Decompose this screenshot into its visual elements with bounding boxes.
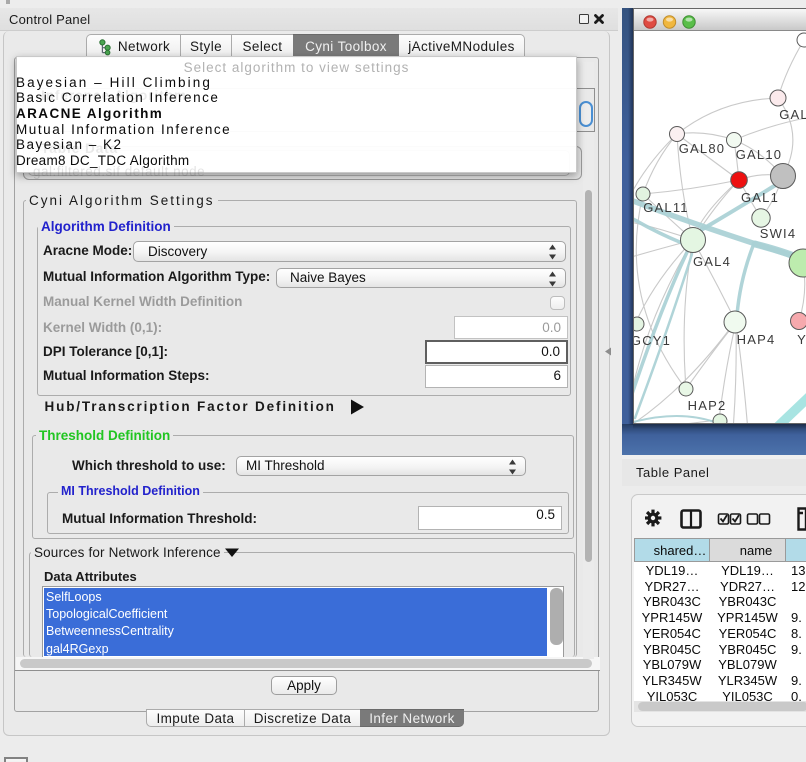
svg-text:GAL1: GAL1 xyxy=(741,190,779,205)
svg-text:HAP4: HAP4 xyxy=(737,332,776,347)
svg-text:GAL4: GAL4 xyxy=(693,254,731,269)
svg-text:SWI4: SWI4 xyxy=(760,226,797,241)
svg-text:GAL10: GAL10 xyxy=(736,147,782,162)
svg-text:GAL: GAL xyxy=(779,107,806,122)
svg-text:HAP2: HAP2 xyxy=(688,398,727,413)
svg-text:GCY1: GCY1 xyxy=(634,333,671,348)
svg-text:GAL80: GAL80 xyxy=(679,141,725,156)
svg-text:Y: Y xyxy=(797,332,806,347)
svg-text:GAL11: GAL11 xyxy=(643,200,689,215)
